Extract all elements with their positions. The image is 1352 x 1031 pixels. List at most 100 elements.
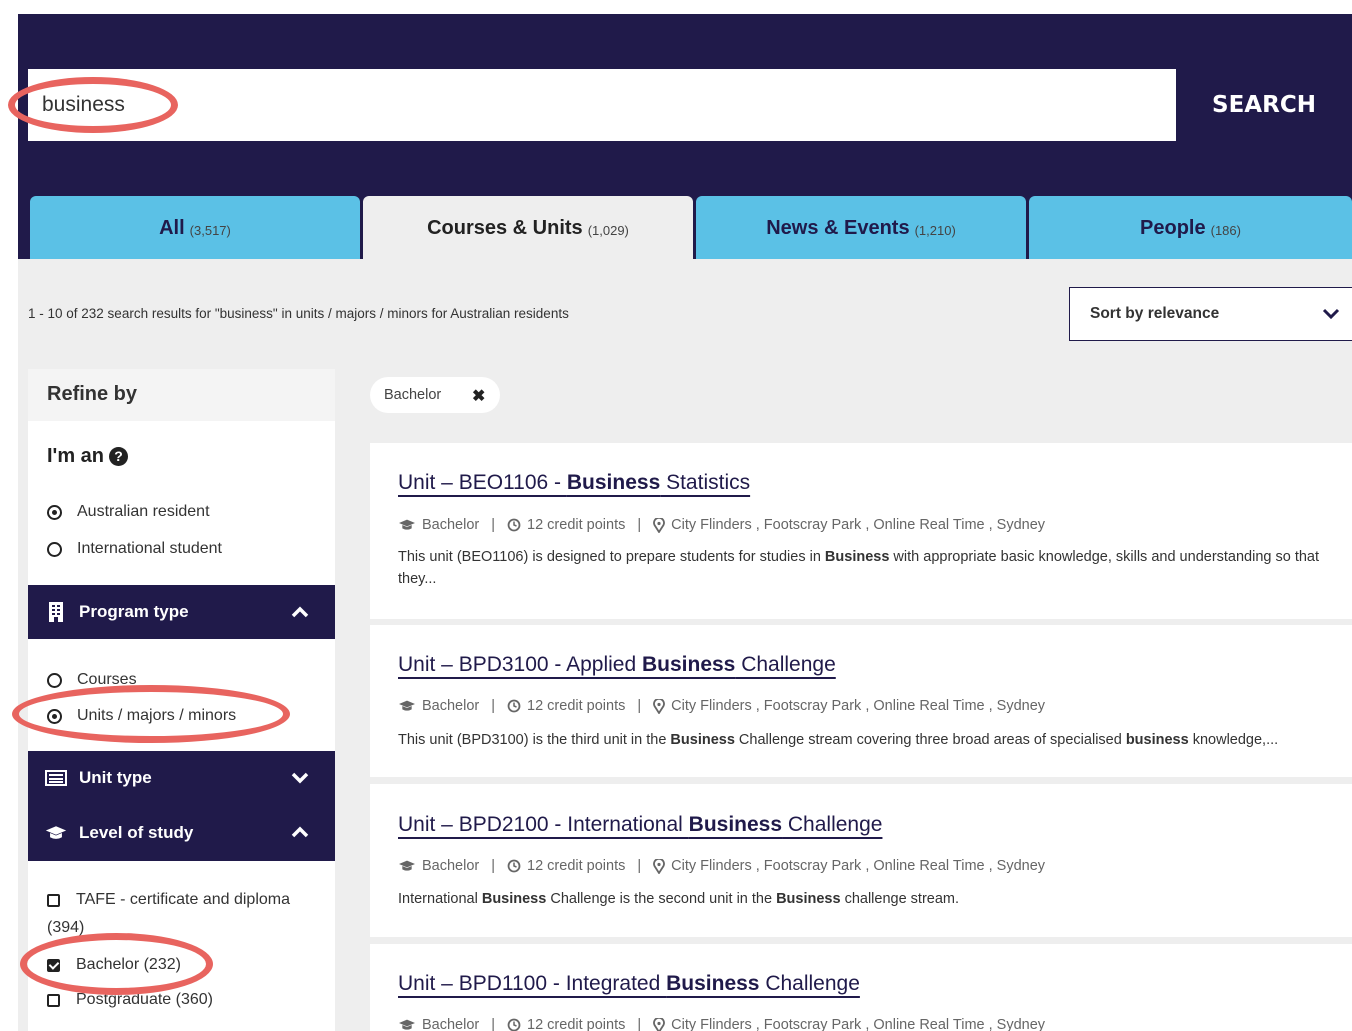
filter-program-type[interactable]: Program type: [28, 585, 335, 639]
tab-count: (1,029): [587, 222, 629, 238]
radio-icon: [47, 541, 62, 557]
meta-credits: 12 credit points: [527, 698, 626, 714]
radio-label: Australian resident: [77, 503, 210, 520]
sort-dropdown[interactable]: Sort by relevance: [1069, 287, 1352, 341]
chevron-down-icon: [291, 772, 309, 784]
radio-icon: [47, 672, 62, 688]
refine-sidebar: Refine by I'm an ? Australian resident I…: [28, 369, 335, 1031]
results-summary: 1 - 10 of 232 search results for "busine…: [28, 306, 569, 321]
desc-highlight: Business: [670, 732, 735, 748]
checkbox-checked-icon: [47, 958, 60, 972]
radio-label: Courses: [77, 671, 137, 688]
result-title-link[interactable]: Unit – BPD3100 - Applied Business Challe…: [398, 653, 836, 677]
title-suffix: Statistics: [660, 471, 751, 494]
help-icon[interactable]: ?: [109, 447, 128, 466]
title-highlight: Business: [688, 813, 783, 836]
chevron-up-icon: [291, 826, 309, 838]
result-meta: Bachelor | 12 credit points | City Flinder…: [398, 698, 1045, 714]
search-button[interactable]: SEARCH: [1176, 69, 1352, 141]
chip-label: Bachelor: [384, 387, 442, 403]
chevron-up-icon: [291, 606, 309, 618]
desc-highlight: Business: [824, 549, 890, 565]
radio-label: International student: [77, 540, 222, 557]
desc-text: Challenge stream covering three broad ar…: [734, 732, 1126, 748]
meta-locations: City Flinders , Footscray Park , Online …: [671, 1017, 1046, 1031]
result-title-link[interactable]: Unit – BPD2100 - International Business …: [398, 813, 882, 837]
meta-locations: City Flinders , Footscray Park , Online …: [671, 698, 1046, 714]
meta-level: Bachelor: [422, 1017, 480, 1031]
radio-australian-resident[interactable]: Australian resident: [47, 503, 210, 521]
meta-credits: 12 credit points: [527, 1017, 626, 1031]
close-icon[interactable]: ✖: [472, 386, 485, 406]
title-highlight: Business: [666, 972, 760, 995]
tab-label: News & Events: [766, 216, 910, 239]
radio-units-majors-minors[interactable]: Units / majors / minors: [47, 707, 236, 725]
tab-courses-units[interactable]: Courses & Units (1,029): [363, 196, 693, 260]
checkbox-icon: [47, 894, 60, 907]
tab-count: (3,517): [189, 222, 231, 238]
checkbox-bachelor[interactable]: Bachelor (232): [47, 956, 181, 974]
tab-label: All: [159, 216, 185, 239]
tab-people[interactable]: People (186): [1029, 196, 1352, 260]
result-description: International Business Challenge is the …: [398, 888, 1328, 910]
title-prefix: Unit – BPD2100 - International: [398, 813, 689, 836]
title-prefix: Unit – BPD1100 - Integrated: [398, 972, 667, 995]
filter-unit-type[interactable]: Unit type: [28, 751, 335, 805]
desc-text: Challenge is the second unit in the: [546, 891, 777, 907]
title-suffix: Challenge: [735, 653, 836, 676]
map-pin-icon: [653, 517, 666, 533]
checkbox-label: TAFE - certificate and diploma: [76, 891, 291, 908]
map-pin-icon: [653, 858, 666, 874]
meta-locations: City Flinders , Footscray Park , Online …: [671, 858, 1046, 874]
refine-title: Refine by: [28, 369, 335, 421]
result-title-link[interactable]: Unit – BEO1106 - Business Statistics: [398, 471, 750, 495]
radio-courses[interactable]: Courses: [47, 671, 137, 689]
chevron-down-icon: [1322, 308, 1340, 320]
meta-locations: City Flinders , Footscray Park , Online …: [671, 517, 1046, 533]
desc-text: challenge stream.: [840, 891, 960, 907]
graduation-cap-icon: [399, 519, 415, 530]
radio-label: Units / majors / minors: [77, 707, 237, 724]
desc-highlight: business: [1125, 732, 1189, 748]
result-meta: Bachelor | 12 credit points | City Flinder…: [398, 517, 1045, 533]
clock-icon: [507, 859, 521, 873]
radio-international-student[interactable]: International student: [47, 540, 222, 558]
result-title-link[interactable]: Unit – BPD1100 - Integrated Business Cha…: [398, 972, 860, 996]
result-meta: Bachelor | 12 credit points | City Flinder…: [398, 1017, 1045, 1031]
title-prefix: Unit – BPD3100 - Applied: [398, 653, 642, 676]
tab-label: Courses & Units: [427, 216, 583, 239]
result-description: This unit (BPD3100) is the third unit in…: [398, 729, 1328, 751]
result-description: This unit (BEO1106) is designed to prepa…: [398, 546, 1328, 590]
title-suffix: Challenge: [759, 972, 860, 995]
clock-icon: [507, 1018, 521, 1031]
tab-news-events[interactable]: News & Events (1,210): [696, 196, 1026, 260]
clock-icon: [507, 699, 521, 713]
checkbox-count: (394): [47, 919, 85, 936]
radio-selected-icon: [47, 708, 62, 724]
result-card: Unit – BPD1100 - Integrated Business Cha…: [370, 944, 1352, 1031]
desc-text: This unit (BPD3100) is the third unit in…: [398, 732, 671, 748]
checkbox-label: Postgraduate (360): [76, 991, 213, 1008]
title-highlight: Business: [566, 471, 661, 494]
filter-title: Level of study: [79, 823, 194, 842]
meta-credits: 12 credit points: [527, 858, 626, 874]
checkbox-tafe[interactable]: TAFE - certificate and diploma: [47, 891, 327, 909]
building-icon: [45, 602, 67, 622]
list-icon: [45, 768, 67, 788]
meta-level: Bachelor: [422, 698, 480, 714]
resident-question-label: I'm an: [47, 445, 104, 467]
graduation-cap-icon: [399, 1019, 415, 1030]
checkbox-label: Bachelor (232): [76, 956, 181, 973]
result-card: Unit – BPD3100 - Applied Business Challe…: [370, 625, 1352, 777]
meta-credits: 12 credit points: [527, 517, 626, 533]
graduation-cap-icon: [399, 700, 415, 711]
graduation-cap-icon: [399, 860, 415, 871]
checkbox-postgraduate[interactable]: Postgraduate (360): [47, 991, 213, 1009]
desc-text: International: [398, 891, 482, 907]
filter-title: Unit type: [79, 768, 152, 787]
search-input[interactable]: [28, 69, 1176, 141]
tab-all[interactable]: All (3,517): [30, 196, 360, 260]
filter-level-of-study[interactable]: Level of study: [28, 805, 335, 861]
desc-text: knowledge,...: [1188, 732, 1279, 748]
meta-level: Bachelor: [422, 858, 480, 874]
